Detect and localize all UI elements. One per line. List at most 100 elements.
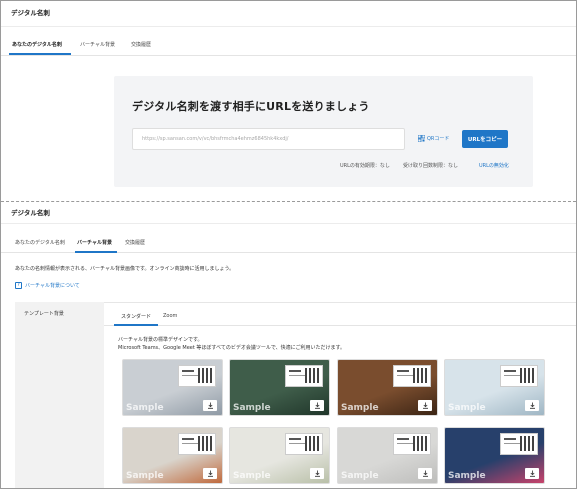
download-icon — [422, 402, 428, 409]
header-divider — [1, 26, 576, 27]
background-thumbnail[interactable]: Sample — [229, 427, 330, 484]
card-qr-icon — [413, 368, 428, 383]
background-thumbnail[interactable]: Sample — [122, 359, 223, 416]
card-title-line — [504, 443, 520, 444]
share-url-field[interactable]: https://sp.sansan.com/v/vc/bhsfrmcha4ehm… — [132, 128, 405, 150]
card-name-line — [182, 370, 194, 372]
card-title-line — [504, 375, 520, 376]
background-thumbnail[interactable]: Sample — [337, 359, 438, 416]
tab-virtual-background-2[interactable]: バーチャル背景 — [77, 239, 112, 246]
virtual-bg-description: あなたの名刺情報が表示される、バーチャル背景画像です。オンライン商談時に活用しま… — [15, 266, 235, 272]
business-card-preview — [393, 433, 431, 455]
section-divider — [1, 201, 576, 202]
card-name-line — [289, 438, 301, 440]
template-sidebar: テンプレート背景 — [15, 302, 104, 488]
sub-tab-standard[interactable]: スタンダード — [121, 313, 151, 320]
card-qr-icon — [198, 368, 213, 383]
tab-your-digital-card[interactable]: あなたのデジタル名刺 — [12, 41, 62, 48]
card-name-line — [504, 370, 516, 372]
card-qr-icon — [305, 436, 320, 451]
standard-desc-line1: バーチャル背景の標準デザインです。 — [118, 337, 203, 343]
page-title-2: デジタル名刺 — [11, 209, 50, 217]
download-button[interactable] — [310, 468, 324, 479]
sample-watermark: Sample — [126, 403, 164, 413]
sample-watermark: Sample — [233, 403, 271, 413]
tab-your-digital-card-2[interactable]: あなたのデジタル名刺 — [15, 239, 65, 246]
page-title: デジタル名刺 — [11, 9, 50, 17]
help-link-label: バーチャル背景について — [25, 283, 80, 289]
business-card-preview — [500, 433, 538, 455]
card-name-line — [504, 438, 516, 440]
card-title-line — [397, 443, 413, 444]
tab-exchange-history-2[interactable]: 交換履歴 — [125, 239, 145, 246]
sample-watermark: Sample — [448, 471, 486, 481]
copy-url-button[interactable]: URLをコピー — [462, 130, 508, 148]
qr-code-icon — [418, 135, 425, 142]
card-name-line — [397, 438, 409, 440]
card-qr-icon — [198, 436, 213, 451]
receive-limit-text: 受け取り回数制限：なし — [403, 163, 459, 169]
download-icon — [529, 470, 535, 477]
card-qr-icon — [520, 368, 535, 383]
card-qr-icon — [520, 436, 535, 451]
business-card-preview — [285, 365, 323, 387]
background-thumbnail[interactable]: Sample — [122, 427, 223, 484]
virtual-bg-help-link[interactable]: ? バーチャル背景について — [15, 282, 80, 289]
background-thumbnail[interactable]: Sample — [337, 427, 438, 484]
sample-watermark: Sample — [341, 471, 379, 481]
business-card-preview — [178, 365, 216, 387]
template-sub-tabs: スタンダード Zoom — [104, 313, 576, 326]
qr-code-button[interactable]: QRコード — [418, 135, 449, 142]
download-button[interactable] — [203, 468, 217, 479]
active-tab-indicator-2 — [75, 251, 117, 253]
business-card-preview — [178, 433, 216, 455]
card-name-line — [397, 370, 409, 372]
card-title-line — [182, 375, 198, 376]
background-thumbnail[interactable]: Sample — [229, 359, 330, 416]
download-button[interactable] — [203, 400, 217, 411]
download-icon — [529, 402, 535, 409]
sample-watermark: Sample — [341, 403, 379, 413]
background-thumbnail[interactable]: Sample — [444, 359, 545, 416]
business-card-preview — [500, 365, 538, 387]
sub-tab-zoom[interactable]: Zoom — [163, 313, 177, 319]
share-url-panel: デジタル名刺を渡す相手にURLを送りましょう https://sp.sansan… — [114, 76, 533, 187]
download-button[interactable] — [525, 468, 539, 479]
download-button[interactable] — [418, 400, 432, 411]
business-card-preview — [393, 365, 431, 387]
download-icon — [207, 470, 213, 477]
top-tab-bar: あなたのデジタル名刺 バーチャル背景 交換履歴 — [1, 41, 576, 56]
url-expiry-text: URLの有効期限：なし — [340, 163, 390, 169]
card-title-line — [397, 375, 413, 376]
sample-watermark: Sample — [448, 403, 486, 413]
card-name-line — [289, 370, 301, 372]
tab-exchange-history[interactable]: 交換履歴 — [131, 41, 151, 48]
tab-virtual-background[interactable]: バーチャル背景 — [80, 41, 115, 48]
download-icon — [207, 402, 213, 409]
template-background-label: テンプレート背景 — [24, 311, 64, 317]
template-content: スタンダード Zoom バーチャル背景の標準デザインです。 Microsoft … — [104, 302, 576, 488]
download-button[interactable] — [310, 400, 324, 411]
card-name-line — [182, 438, 194, 440]
disable-url-link[interactable]: URLの無効化 — [479, 162, 509, 169]
qr-code-label: QRコード — [427, 136, 450, 142]
business-card-preview — [285, 433, 323, 455]
download-button[interactable] — [418, 468, 432, 479]
card-qr-icon — [305, 368, 320, 383]
standard-desc-line2: Microsoft Teams、Google Meet 等ほぼすべてのビデオ会議… — [118, 345, 346, 351]
active-sub-tab-indicator — [114, 324, 158, 326]
download-button[interactable] — [525, 400, 539, 411]
help-icon: ? — [15, 282, 22, 289]
sample-watermark: Sample — [126, 471, 164, 481]
share-panel-title: デジタル名刺を渡す相手にURLを送りましょう — [132, 100, 370, 113]
download-icon — [314, 402, 320, 409]
bottom-tab-bar: あなたのデジタル名刺 バーチャル背景 交換履歴 — [1, 239, 576, 253]
card-title-line — [289, 443, 305, 444]
sample-watermark: Sample — [233, 471, 271, 481]
background-thumbnail[interactable]: Sample — [444, 427, 545, 484]
download-icon — [314, 470, 320, 477]
active-tab-indicator — [9, 53, 71, 55]
card-qr-icon — [413, 436, 428, 451]
screenshot-frame: デジタル名刺 あなたのデジタル名刺 バーチャル背景 交換履歴 デジタル名刺を渡す… — [0, 0, 577, 489]
share-url-text: https://sp.sansan.com/v/vc/bhsfrmcha4ehm… — [142, 136, 289, 142]
